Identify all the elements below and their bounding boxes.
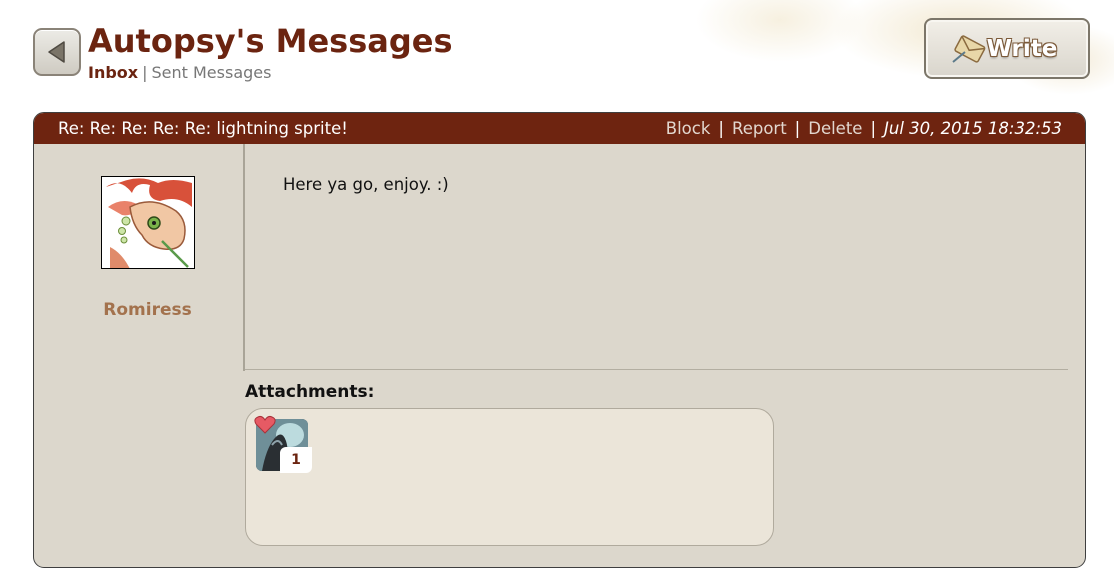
- page-title: Autopsy's Messages: [88, 22, 453, 60]
- write-label: Write: [986, 35, 1058, 62]
- action-separator: |: [870, 119, 877, 138]
- nav-separator: |: [142, 63, 148, 82]
- message-panel: Re: Re: Re: Re: Re: lightning sprite! Bl…: [33, 112, 1086, 568]
- back-button[interactable]: [33, 28, 81, 76]
- back-arrow-icon: [48, 41, 65, 63]
- envelope-quill-icon: [951, 34, 985, 63]
- write-button[interactable]: Write: [924, 18, 1090, 79]
- message-actions: Block | Report | Delete | Jul 30, 2015 1…: [666, 119, 1062, 138]
- attachments-box: 1: [245, 408, 774, 546]
- message-body: Here ya go, enjoy. :): [283, 175, 449, 194]
- attachment-item[interactable]: 1: [254, 415, 312, 473]
- attachment-quantity: 1: [280, 447, 312, 473]
- sent-messages-link[interactable]: Sent Messages: [152, 63, 272, 82]
- dragon-portrait-icon: [102, 177, 194, 268]
- heart-icon: [254, 415, 276, 434]
- block-link[interactable]: Block: [666, 119, 711, 138]
- sender-avatar[interactable]: [101, 176, 195, 269]
- sender-name[interactable]: Romiress: [34, 300, 261, 320]
- message-nav: Inbox | Sent Messages: [88, 63, 271, 82]
- message-date: Jul 30, 2015 18:32:53: [884, 119, 1062, 138]
- message-subject: Re: Re: Re: Re: Re: lightning sprite!: [58, 119, 348, 138]
- action-separator: |: [794, 119, 801, 138]
- inbox-link[interactable]: Inbox: [88, 63, 138, 82]
- report-link[interactable]: Report: [732, 119, 787, 138]
- body-divider: [245, 369, 1068, 370]
- sender-column: Romiress: [34, 144, 245, 371]
- delete-link[interactable]: Delete: [808, 119, 862, 138]
- attachments-label: Attachments:: [245, 382, 375, 402]
- message-header: Re: Re: Re: Re: Re: lightning sprite! Bl…: [34, 113, 1085, 144]
- action-separator: |: [718, 119, 724, 138]
